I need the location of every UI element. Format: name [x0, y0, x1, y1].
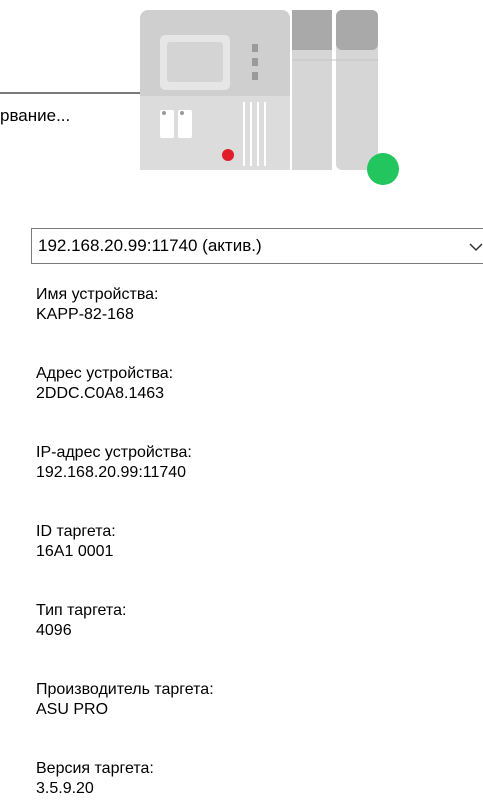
chevron-down-icon[interactable]: [468, 241, 483, 253]
info-target-version: Версия таргета: 3.5.9.20: [36, 759, 476, 807]
connection-select-value: 192.168.20.99:11740 (актив.): [38, 236, 262, 255]
info-value: 3.5.9.20: [36, 780, 94, 797]
info-value: 16A1 0001: [36, 543, 114, 560]
info-device-address: Адрес устройства: 2DDC.C0A8.1463: [36, 364, 476, 443]
info-ip-address: IP-адрес устройства: 192.168.20.99:11740: [36, 443, 476, 522]
connector-line: [0, 92, 150, 94]
device-info-list: Имя устройства: KAPP-82-168 Адрес устрой…: [36, 285, 476, 807]
info-target-vendor: Производитель таргета: ASU PRO: [36, 680, 476, 759]
red-led: [222, 149, 234, 161]
info-value: 4096: [36, 622, 72, 639]
info-device-name: Имя устройства: KAPP-82-168: [36, 285, 476, 364]
info-target-type: Тип таргета: 4096: [36, 601, 476, 680]
truncated-label: рвание...: [0, 106, 71, 125]
info-label: Версия таргета:: [36, 760, 154, 777]
device-info-panel: рвание... 192.168.20.99:11740 (актив.) И…: [0, 0, 483, 807]
status-indicator: [367, 153, 399, 185]
info-value: 2DDC.C0A8.1463: [36, 385, 165, 402]
info-value: 192.168.20.99:11740: [36, 464, 187, 481]
info-label: Имя устройства:: [36, 286, 159, 303]
plc-device-image: [140, 10, 402, 190]
connection-select[interactable]: 192.168.20.99:11740 (актив.): [31, 228, 483, 264]
info-value: KAPP-82-168: [36, 306, 134, 323]
info-value: ASU PRO: [36, 701, 109, 718]
info-label: Адрес устройства:: [36, 365, 174, 382]
info-label: IP-адрес устройства:: [36, 444, 192, 461]
info-label: Производитель таргета:: [36, 681, 214, 698]
info-target-id: ID таргета: 16A1 0001: [36, 522, 476, 601]
plc-device-icon: [140, 10, 399, 185]
info-label: ID таргета:: [36, 523, 116, 540]
info-label: Тип таргета:: [36, 602, 127, 619]
